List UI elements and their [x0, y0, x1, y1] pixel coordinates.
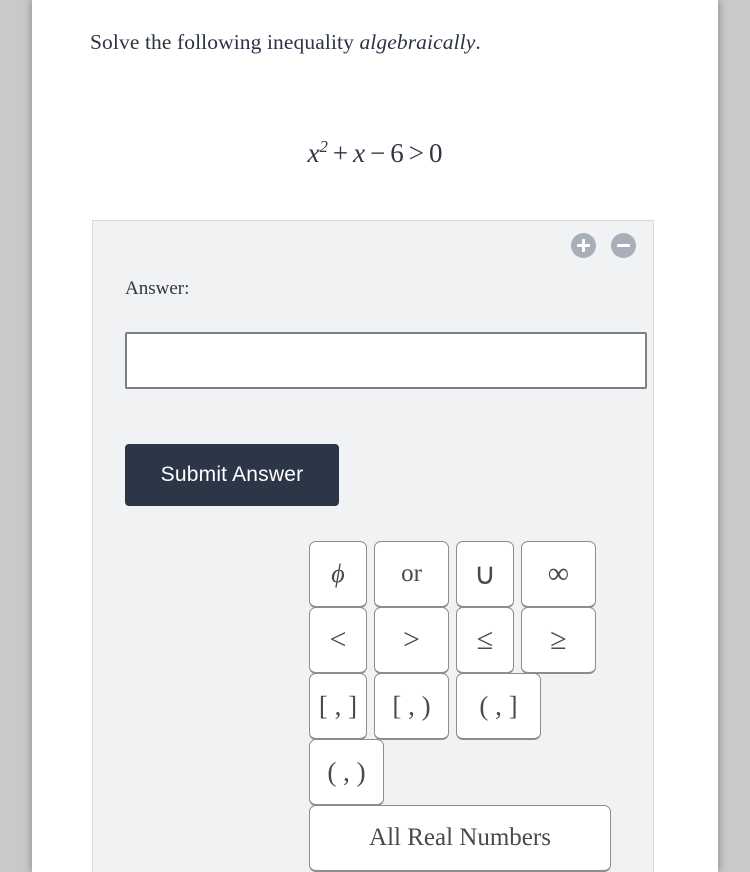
answer-panel: Answer: Submit Answer ϕ or ∪ ∞ < > ≤ ≥[ , ][ , … [92, 220, 654, 872]
keypad-row: ϕ or ∪ ∞ [309, 541, 639, 608]
key-left-closed-interval[interactable]: [ , ) [374, 673, 449, 740]
prompt-trailing-punctuation: . [475, 30, 481, 54]
keypad-row: ( , ) [309, 739, 639, 806]
prompt-lead-text: Solve the following inequality [90, 30, 360, 54]
key-greater-than[interactable]: > [374, 607, 449, 674]
submit-answer-button[interactable]: Submit Answer [125, 444, 339, 506]
page-sheet: Solve the following inequality algebraic… [32, 0, 718, 872]
equation-plus-operator: + [332, 138, 349, 168]
key-right-closed-interval[interactable]: ( , ] [456, 673, 541, 740]
equation-relation-operator: > [408, 138, 425, 168]
plus-vertical-stroke [582, 239, 585, 252]
key-phi[interactable]: ϕ [309, 541, 367, 608]
key-less-equal[interactable]: ≤ [456, 607, 514, 674]
equation-variable-1: x [307, 138, 320, 168]
key-or[interactable]: or [374, 541, 449, 608]
key-open-interval[interactable]: ( , ) [309, 739, 384, 806]
math-symbol-keypad: ϕ or ∪ ∞ < > ≤ ≥[ , ][ , )( , ]( , ) All Real Nu… [309, 541, 639, 872]
inequality-expression: x2 + x −6 >0 [32, 137, 718, 169]
prompt-emphasis-text: algebraically [359, 30, 476, 54]
key-all-real-numbers[interactable]: All Real Numbers [309, 805, 611, 872]
key-union[interactable]: ∪ [456, 541, 514, 608]
key-greater-equal[interactable]: ≥ [521, 607, 596, 674]
equation-exponent: 2 [319, 137, 328, 156]
keypad-row: [ , ][ , )( , ] [309, 673, 639, 740]
keypad-row: < > ≤ ≥ [309, 607, 639, 674]
equation-variable-2: x [353, 138, 366, 168]
zoom-controls [571, 233, 636, 258]
key-infinity[interactable]: ∞ [521, 541, 596, 608]
equation-constant: 6 [390, 138, 404, 168]
key-less-than[interactable]: < [309, 607, 367, 674]
zoom-in-icon[interactable] [571, 233, 596, 258]
zoom-out-icon[interactable] [611, 233, 636, 258]
equation-right-hand-side: 0 [429, 138, 443, 168]
key-closed-interval[interactable]: [ , ] [309, 673, 367, 740]
equation-minus-operator: − [370, 138, 386, 168]
keypad-row: All Real Numbers [309, 805, 639, 872]
answer-label: Answer: [125, 278, 190, 299]
minus-horizontal-stroke [617, 244, 630, 247]
question-prompt: Solve the following inequality algebraic… [90, 28, 690, 57]
answer-input[interactable] [125, 332, 647, 389]
